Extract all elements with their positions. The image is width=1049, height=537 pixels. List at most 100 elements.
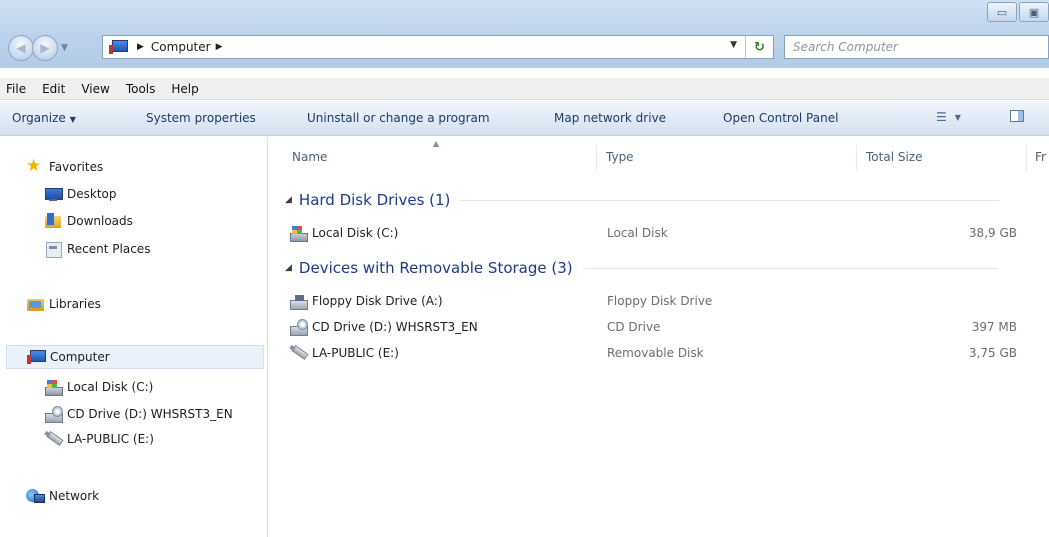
drive-name-cell: LA-PUBLIC (E:): [289, 345, 399, 361]
group-divider: [460, 199, 1001, 201]
drive-size: 3,75 GB: [968, 346, 1017, 360]
refresh-button[interactable]: ↻: [745, 36, 773, 58]
map-network-drive-button[interactable]: Map network drive: [554, 111, 666, 125]
column-header-total-size[interactable]: Total Size: [866, 150, 922, 164]
column-divider[interactable]: [856, 145, 857, 171]
sidebar-item-label: Computer: [50, 350, 110, 364]
breadcrumb-chevron-icon[interactable]: ▶: [216, 42, 223, 52]
title-bar: ▭ ▣ ◀ ▶ ▼ ▶ Computer ▶ ▼ ↻ Search Comput…: [0, 0, 1049, 68]
sidebar-item-libraries[interactable]: Libraries: [26, 296, 101, 312]
sidebar-item-favorites[interactable]: Favorites: [26, 156, 104, 176]
group-label: Hard Disk Drives (1): [298, 191, 451, 209]
desktop-icon: [44, 186, 63, 202]
preview-pane-button[interactable]: [1010, 110, 1024, 122]
drive-name: Floppy Disk Drive (A:): [312, 294, 443, 308]
sidebar-item-network[interactable]: Network: [26, 488, 99, 504]
computer-icon: [109, 39, 128, 55]
navigation-buttons: ◀ ▶ ▼: [8, 35, 68, 61]
libraries-icon: [26, 296, 44, 312]
open-control-panel-button[interactable]: Open Control Panel: [723, 111, 838, 125]
column-divider[interactable]: [1026, 145, 1027, 171]
menu-tools[interactable]: Tools: [126, 82, 156, 96]
drive-type: CD Drive: [607, 320, 661, 334]
chevron-down-icon: ▼: [69, 115, 76, 124]
sidebar-item-label: LA-PUBLIC (E:): [67, 432, 154, 446]
recent-pages-dropdown[interactable]: ▼: [61, 43, 68, 53]
address-dropdown-icon[interactable]: ▼: [730, 40, 737, 50]
sidebar-item-label: Network: [49, 489, 100, 503]
computer-icon: [27, 349, 46, 365]
menu-help[interactable]: Help: [171, 82, 198, 96]
search-placeholder: Search Computer: [793, 40, 898, 54]
star-icon: [26, 156, 44, 176]
column-header-name[interactable]: Name: [292, 150, 327, 164]
sidebar-item-local-disk[interactable]: Local Disk (C:): [44, 379, 154, 396]
navigation-pane: Favorites Desktop Downloads Recent Place…: [0, 137, 268, 537]
drive-name-cell: Floppy Disk Drive (A:): [289, 293, 443, 310]
usb-drive-icon: [289, 345, 307, 361]
group-label: Devices with Removable Storage (3): [298, 259, 573, 277]
window-controls: ▭ ▣: [985, 2, 1049, 22]
collapse-triangle-icon[interactable]: ◢: [285, 263, 292, 273]
drive-type: Removable Disk: [607, 346, 704, 360]
column-header-free-space[interactable]: Fr: [1035, 150, 1046, 164]
forward-button[interactable]: ▶: [32, 35, 58, 61]
local-disk-icon: [289, 225, 308, 242]
menu-edit[interactable]: Edit: [42, 82, 65, 96]
column-header-type[interactable]: Type: [606, 150, 634, 164]
sidebar-item-label: Downloads: [67, 214, 133, 228]
group-header-removable-storage[interactable]: ◢ Devices with Removable Storage (3): [285, 259, 998, 277]
drive-type: Local Disk: [607, 226, 668, 240]
view-list-icon: ☰: [936, 110, 947, 124]
restore-button[interactable]: ▣: [1019, 2, 1049, 22]
table-row[interactable]: LA-PUBLIC (E:) Removable Disk 3,75 GB: [289, 343, 1029, 363]
recent-places-icon: [44, 241, 62, 258]
drive-name: LA-PUBLIC (E:): [312, 346, 399, 360]
sidebar-item-cd-drive[interactable]: CD Drive (D:) WHSRST3_EN: [44, 406, 233, 423]
sidebar-item-computer[interactable]: Computer: [6, 345, 264, 369]
drive-type: Floppy Disk Drive: [607, 294, 713, 308]
cd-drive-icon: [289, 319, 308, 336]
drive-size: 38,9 GB: [968, 226, 1017, 240]
table-row[interactable]: CD Drive (D:) WHSRST3_EN CD Drive 397 MB: [289, 317, 1029, 337]
chevron-down-icon: ▼: [954, 112, 961, 122]
downloads-folder-icon: [44, 213, 62, 229]
sidebar-item-recent-places[interactable]: Recent Places: [44, 241, 150, 258]
uninstall-program-button[interactable]: Uninstall or change a program: [307, 111, 490, 125]
organize-label: Organize: [12, 111, 66, 125]
sidebar-item-la-public[interactable]: LA-PUBLIC (E:): [44, 431, 154, 447]
table-row[interactable]: Local Disk (C:) Local Disk 38,9 GB: [289, 223, 1029, 243]
system-properties-button[interactable]: System properties: [146, 111, 256, 125]
sidebar-item-label: Favorites: [49, 160, 104, 174]
sidebar-item-label: CD Drive (D:) WHSRST3_EN: [67, 407, 233, 421]
breadcrumb-chevron-icon[interactable]: ▶: [137, 42, 144, 52]
breadcrumb-computer[interactable]: Computer: [151, 40, 211, 54]
address-bar[interactable]: ▶ Computer ▶ ▼ ↻: [102, 35, 774, 59]
back-arrow-icon: ◀: [16, 41, 26, 55]
refresh-icon: ↻: [754, 39, 765, 55]
menu-file[interactable]: File: [6, 82, 26, 96]
sidebar-item-desktop[interactable]: Desktop: [44, 186, 117, 202]
collapse-triangle-icon[interactable]: ◢: [285, 195, 292, 205]
sidebar-item-downloads[interactable]: Downloads: [44, 213, 133, 229]
forward-arrow-icon: ▶: [40, 41, 50, 55]
file-list-pane: ▲ Name Type Total Size Fr ◢ Hard Disk Dr…: [269, 137, 1049, 537]
minimize-button[interactable]: ▭: [987, 2, 1017, 22]
organize-button[interactable]: Organize ▼: [12, 111, 76, 125]
drive-name-cell: Local Disk (C:): [289, 225, 399, 242]
column-divider[interactable]: [596, 145, 597, 171]
cd-drive-icon: [44, 406, 63, 423]
sidebar-item-label: Libraries: [49, 297, 101, 311]
drive-name: Local Disk (C:): [312, 226, 399, 240]
sort-ascending-icon: ▲: [433, 139, 440, 148]
sidebar-item-label: Local Disk (C:): [67, 380, 154, 394]
search-input[interactable]: Search Computer: [784, 35, 1049, 59]
group-header-hard-disk-drives[interactable]: ◢ Hard Disk Drives (1): [285, 191, 1001, 209]
menu-view[interactable]: View: [81, 82, 109, 96]
floppy-drive-icon: [289, 293, 308, 310]
change-view-button[interactable]: ☰ ▼: [936, 110, 961, 124]
table-row[interactable]: Floppy Disk Drive (A:) Floppy Disk Drive: [289, 291, 1029, 311]
back-button[interactable]: ◀: [8, 35, 34, 61]
preview-pane-icon: [1010, 110, 1024, 122]
usb-drive-icon: [44, 431, 62, 447]
